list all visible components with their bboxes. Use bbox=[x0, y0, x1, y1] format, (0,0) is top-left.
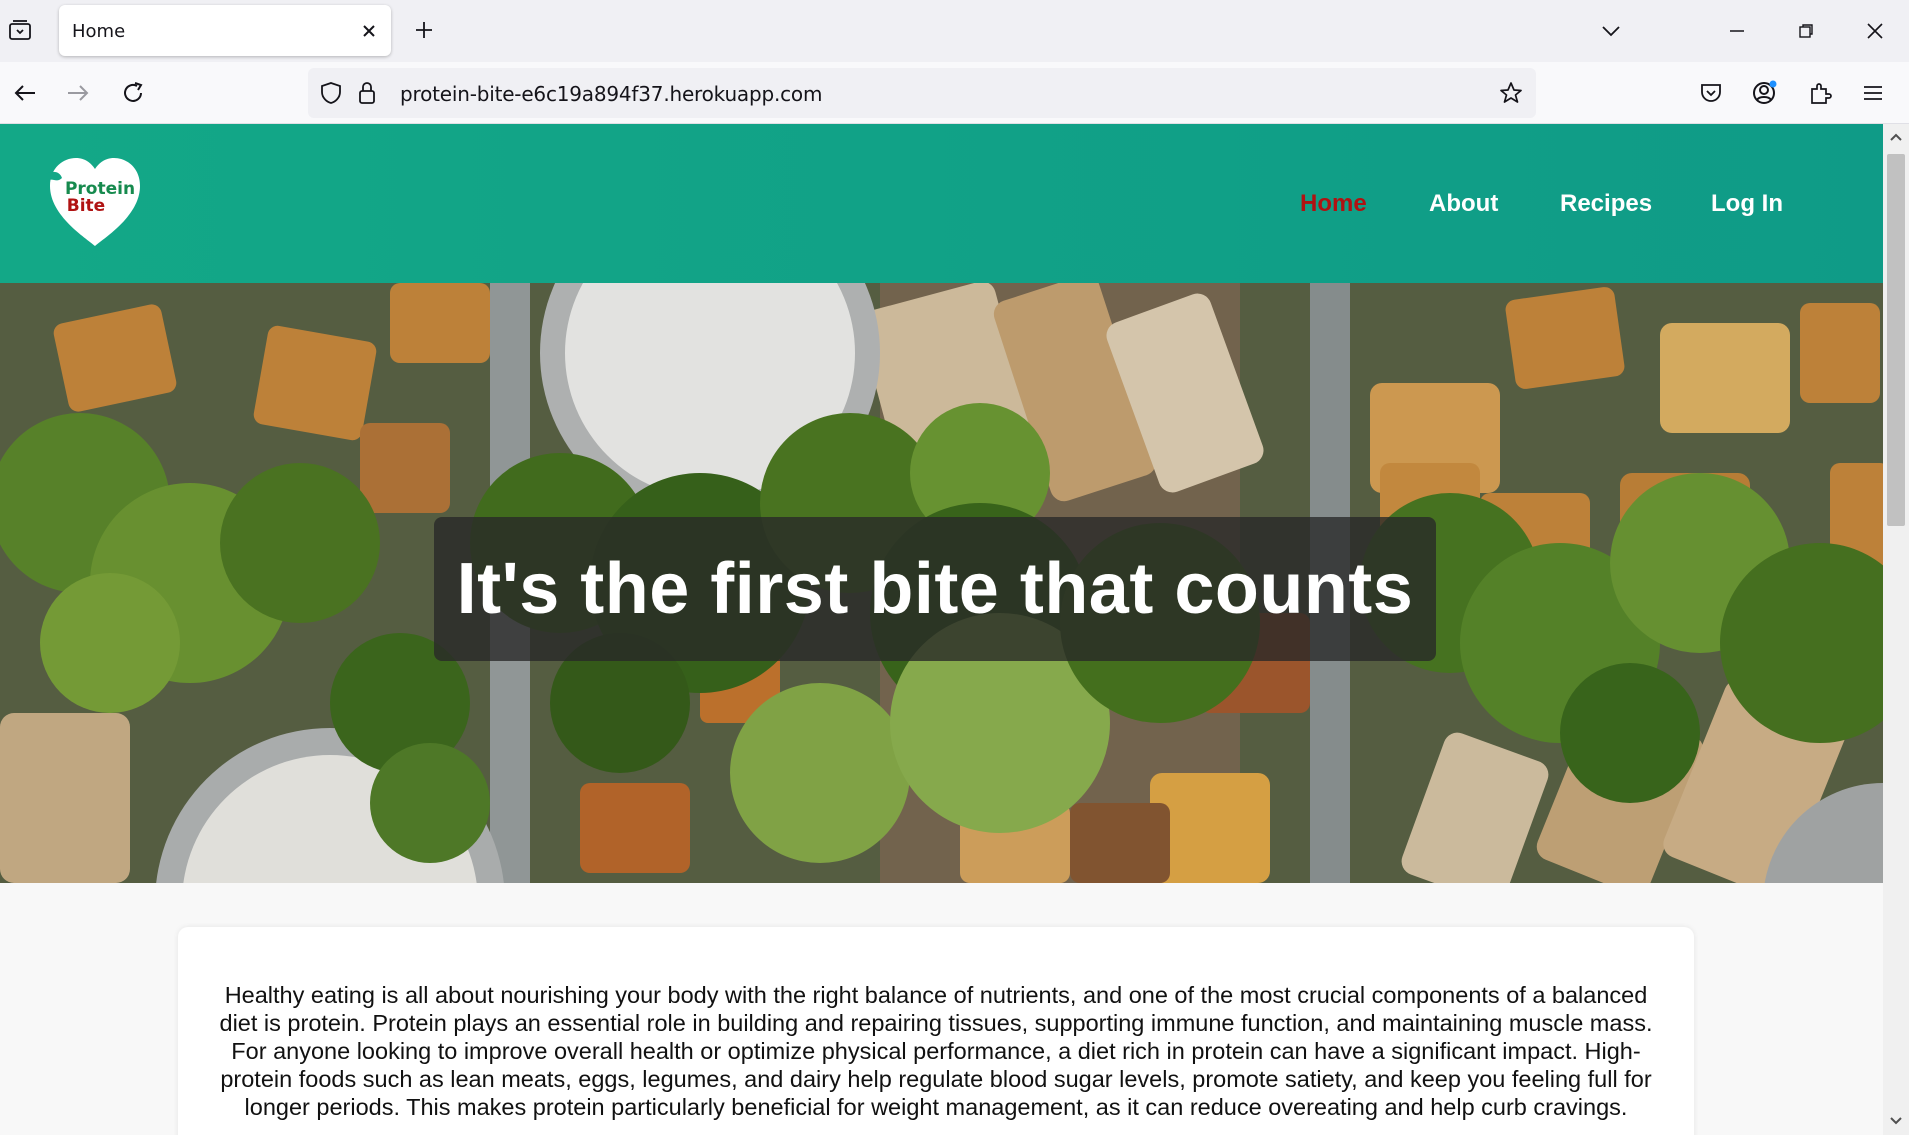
site-header: Protein Bite Home About Recipes Log In bbox=[0, 124, 1883, 283]
page-scrollbar[interactable] bbox=[1883, 124, 1909, 1135]
tab-list-icon[interactable] bbox=[6, 16, 34, 44]
url-text: protein-bite-e6c19a894f37.herokuapp.com bbox=[400, 82, 823, 106]
scroll-down-icon[interactable] bbox=[1889, 1114, 1903, 1128]
nav-about-link[interactable]: About bbox=[1429, 190, 1498, 218]
address-bar[interactable]: protein-bite-e6c19a894f37.herokuapp.com bbox=[308, 68, 1536, 118]
forward-icon[interactable] bbox=[63, 78, 93, 108]
lock-icon[interactable] bbox=[354, 80, 380, 106]
scroll-up-icon[interactable] bbox=[1889, 130, 1903, 144]
logo-word-bite: Bite bbox=[67, 196, 105, 216]
menu-hamburger-icon[interactable] bbox=[1858, 78, 1888, 108]
browser-tab-bar: Home bbox=[0, 0, 1909, 62]
nav-home-link[interactable]: Home bbox=[1300, 190, 1367, 218]
hero-banner: It's the first bite that counts bbox=[0, 283, 1883, 883]
browser-toolbar: protein-bite-e6c19a894f37.herokuapp.com bbox=[0, 62, 1909, 124]
hero-caption: It's the first bite that counts bbox=[434, 517, 1436, 661]
hero-heading: It's the first bite that counts bbox=[456, 549, 1414, 629]
pocket-icon[interactable] bbox=[1696, 78, 1726, 108]
reload-icon[interactable] bbox=[118, 78, 148, 108]
new-tab-icon[interactable] bbox=[410, 16, 438, 44]
protein-bite-logo[interactable]: Protein Bite bbox=[46, 154, 144, 248]
chevron-down-icon[interactable] bbox=[1596, 16, 1626, 46]
back-icon[interactable] bbox=[10, 78, 40, 108]
minimize-icon[interactable] bbox=[1722, 16, 1752, 46]
intro-card: Healthy eating is all about nourishing y… bbox=[178, 927, 1694, 1135]
shield-icon[interactable] bbox=[318, 80, 344, 106]
intro-paragraph: Healthy eating is all about nourishing y… bbox=[219, 982, 1653, 1120]
bookmark-star-icon[interactable] bbox=[1498, 80, 1524, 106]
nav-recipes-link[interactable]: Recipes bbox=[1560, 190, 1652, 218]
restore-icon[interactable] bbox=[1791, 16, 1821, 46]
browser-tab-home[interactable]: Home bbox=[59, 5, 391, 56]
scroll-thumb[interactable] bbox=[1887, 154, 1905, 526]
close-window-icon[interactable] bbox=[1860, 16, 1890, 46]
nav-login-link[interactable]: Log In bbox=[1711, 190, 1783, 218]
extensions-icon[interactable] bbox=[1805, 78, 1835, 108]
account-icon[interactable] bbox=[1750, 78, 1780, 108]
page-viewport: Protein Bite Home About Recipes Log In I… bbox=[0, 124, 1883, 1135]
tab-title: Home bbox=[72, 21, 126, 42]
close-tab-icon[interactable] bbox=[357, 19, 381, 43]
